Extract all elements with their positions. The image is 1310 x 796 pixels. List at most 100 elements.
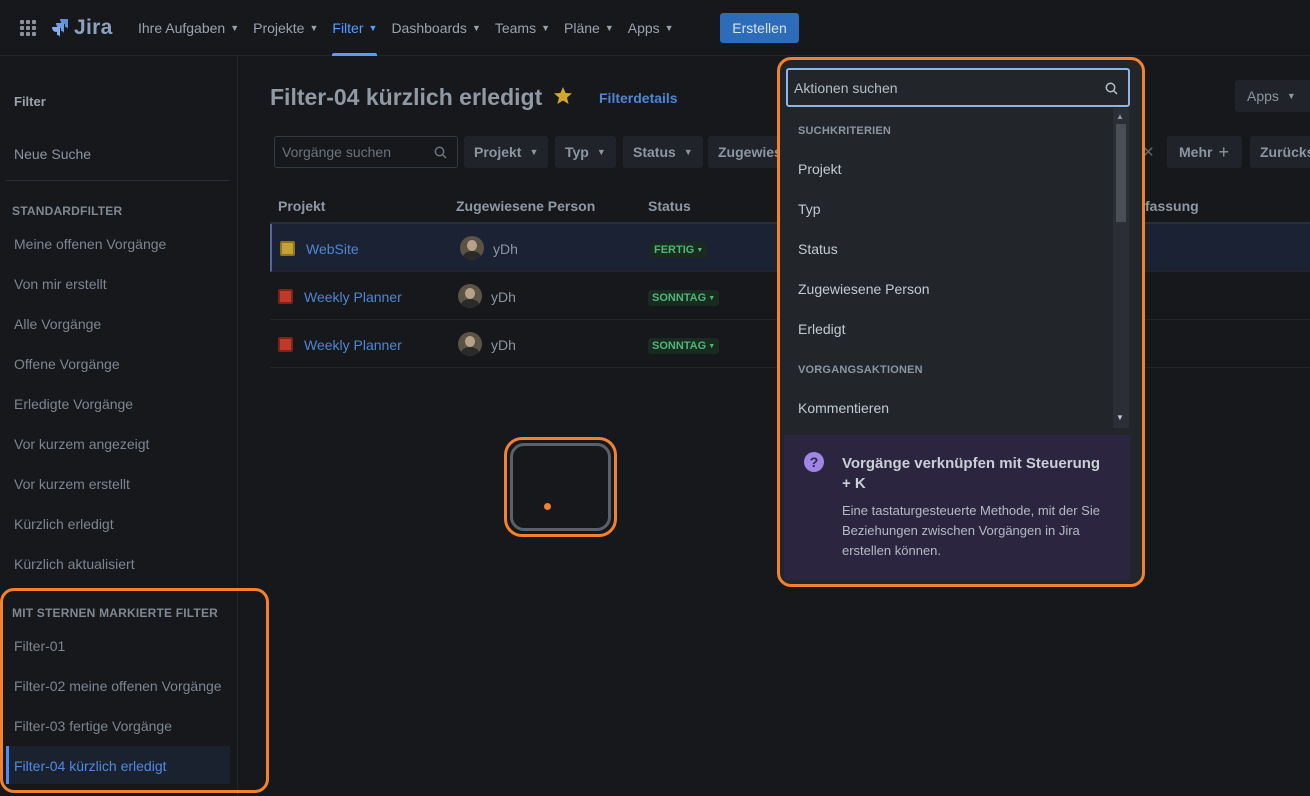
standard-filters-heading: STANDARDFILTER bbox=[12, 204, 123, 218]
menu-item-assignee[interactable]: Zugewiesene Person bbox=[798, 281, 930, 297]
status-badge[interactable]: FERTIG ▼ bbox=[650, 242, 708, 258]
chip-label: Status bbox=[633, 144, 676, 160]
project-link[interactable]: WebSite bbox=[306, 241, 359, 257]
assignee-name: yDh bbox=[491, 337, 516, 353]
starred-filters-highlight bbox=[0, 588, 269, 793]
assignee-name: yDh bbox=[493, 241, 518, 257]
chip-label: Typ bbox=[565, 144, 589, 160]
cursor-dot bbox=[544, 503, 551, 510]
menu-item-status[interactable]: Status bbox=[798, 241, 838, 257]
status-filter-chip[interactable]: Status ▼ bbox=[623, 136, 703, 168]
sidebar-item-my-open-issues[interactable]: Meine offenen Vorgänge bbox=[14, 236, 166, 252]
search-icon bbox=[434, 146, 447, 159]
nav-projects[interactable]: Projekte ▼ bbox=[253, 0, 318, 56]
action-search-placeholder: Aktionen suchen bbox=[794, 79, 898, 96]
nav-label: Ihre Aufgaben bbox=[138, 20, 226, 36]
column-header-status[interactable]: Status bbox=[648, 198, 691, 214]
chevron-down-icon: ▼ bbox=[529, 147, 539, 157]
cursor-highlight-inner bbox=[510, 443, 611, 531]
status-label: FERTIG bbox=[654, 244, 695, 256]
sidebar-item-done-issues[interactable]: Erledigte Vorgänge bbox=[14, 396, 133, 412]
nav-dashboards[interactable]: Dashboards ▼ bbox=[391, 0, 480, 56]
sidebar-item-open-issues[interactable]: Offene Vorgänge bbox=[14, 356, 120, 372]
reset-button[interactable]: Zurücks bbox=[1250, 136, 1310, 168]
panel-scroll-thumb[interactable] bbox=[1116, 124, 1126, 222]
chevron-down-icon: ▼ bbox=[596, 147, 606, 157]
scroll-down-arrow-icon[interactable]: ▼ bbox=[1116, 413, 1124, 422]
nav-plans[interactable]: Pläne ▼ bbox=[564, 0, 614, 56]
nav-label: Filter bbox=[332, 20, 364, 36]
nav-teams[interactable]: Teams ▼ bbox=[495, 0, 550, 56]
sidebar-item-viewed-recently[interactable]: Vor kurzem angezeigt bbox=[14, 436, 149, 452]
reset-label: Zurücks bbox=[1260, 144, 1310, 160]
nav-label: Pläne bbox=[564, 20, 600, 36]
project-link[interactable]: Weekly Planner bbox=[304, 289, 402, 305]
nav-label: Projekte bbox=[253, 20, 305, 36]
chevron-down-icon: ▼ bbox=[471, 23, 481, 33]
menu-item-type[interactable]: Typ bbox=[798, 201, 821, 217]
sidebar-item-reported-by-me[interactable]: Von mir erstellt bbox=[14, 276, 107, 292]
status-label: SONNTAG bbox=[652, 292, 707, 304]
project-avatar-icon bbox=[278, 289, 293, 304]
nav-label: Apps bbox=[627, 20, 660, 36]
create-button[interactable]: Erstellen bbox=[720, 13, 799, 43]
issue-actions-heading: VORGANGSAKTIONEN bbox=[798, 364, 923, 376]
chevron-down-icon: ▼ bbox=[708, 342, 716, 350]
chevron-down-icon: ▼ bbox=[368, 23, 378, 33]
sidebar-title: Filter bbox=[14, 94, 46, 109]
chevron-down-icon: ▼ bbox=[708, 294, 716, 302]
chevron-down-icon: ▼ bbox=[696, 246, 704, 254]
status-badge[interactable]: SONNTAG ▼ bbox=[648, 290, 720, 306]
column-header-summary[interactable]: fassung bbox=[1145, 198, 1199, 214]
star-icon[interactable] bbox=[553, 86, 573, 106]
chevron-down-icon: ▼ bbox=[604, 23, 614, 33]
project-filter-chip[interactable]: Projekt ▼ bbox=[464, 136, 549, 168]
sidebar-item-resolved-recently[interactable]: Kürzlich erledigt bbox=[14, 516, 114, 532]
project-link[interactable]: Weekly Planner bbox=[304, 337, 402, 353]
more-filters-button[interactable]: Mehr + bbox=[1167, 136, 1242, 168]
issue-search-input[interactable]: Vorgänge suchen bbox=[274, 136, 458, 168]
assignee-filter-chip[interactable]: Zugewies bbox=[708, 136, 788, 168]
page-title: Filter-04 kürzlich erledigt bbox=[270, 84, 543, 110]
sidebar-item-updated-recently[interactable]: Kürzlich aktualisiert bbox=[14, 556, 135, 572]
nav-label: Teams bbox=[494, 20, 537, 36]
column-header-project[interactable]: Projekt bbox=[278, 198, 325, 214]
menu-item-project[interactable]: Projekt bbox=[798, 161, 842, 177]
nav-apps[interactable]: Apps ▼ bbox=[628, 0, 674, 56]
scroll-up-arrow-icon[interactable]: ▲ bbox=[1116, 112, 1124, 121]
sidebar-item-created-recently[interactable]: Vor kurzem erstellt bbox=[14, 476, 130, 492]
apps-button[interactable]: Apps ▼ bbox=[1235, 80, 1310, 112]
status-label: SONNTAG bbox=[652, 340, 707, 352]
nav-your-work[interactable]: Ihre Aufgaben ▼ bbox=[138, 0, 239, 56]
chevron-down-icon: ▼ bbox=[541, 23, 551, 33]
avatar bbox=[458, 332, 482, 356]
cursor-highlight bbox=[504, 437, 617, 537]
menu-item-resolved[interactable]: Erledigt bbox=[798, 321, 845, 337]
jira-wordmark: Jira bbox=[74, 16, 113, 39]
avatar bbox=[460, 236, 484, 260]
nav-label: Dashboards bbox=[391, 20, 467, 36]
app-switcher-icon[interactable] bbox=[20, 20, 36, 36]
status-badge[interactable]: SONNTAG ▼ bbox=[648, 338, 720, 354]
new-search-link[interactable]: Neue Suche bbox=[14, 146, 91, 162]
chevron-down-icon: ▼ bbox=[309, 23, 319, 33]
sidebar-item-all-issues[interactable]: Alle Vorgänge bbox=[14, 316, 101, 332]
plus-icon: + bbox=[1218, 141, 1229, 162]
column-header-assignee[interactable]: Zugewiesene Person bbox=[456, 198, 595, 214]
jira-logo[interactable]: Jira bbox=[50, 16, 113, 40]
main-menu: Ihre Aufgaben ▼ Projekte ▼ Filter ▼ Dashboa… bbox=[138, 0, 688, 56]
type-filter-chip[interactable]: Typ ▼ bbox=[555, 136, 616, 168]
top-navigation: Jira Ihre Aufgaben ▼ Projekte ▼ Filter ▼ Da… bbox=[0, 0, 1310, 56]
search-placeholder: Vorgänge suchen bbox=[282, 144, 391, 160]
nav-filters[interactable]: Filter ▼ bbox=[332, 0, 378, 56]
avatar bbox=[458, 284, 482, 308]
chip-label: Projekt bbox=[474, 144, 522, 160]
filter-details-link[interactable]: Filterdetails bbox=[599, 90, 678, 106]
chevron-down-icon: ▼ bbox=[1286, 91, 1296, 101]
apps-label: Apps bbox=[1247, 88, 1279, 104]
menu-item-comment[interactable]: Kommentieren bbox=[798, 400, 889, 416]
action-search-input[interactable]: Aktionen suchen bbox=[786, 68, 1130, 107]
question-icon: ? bbox=[804, 452, 824, 472]
chevron-down-icon: ▼ bbox=[664, 23, 674, 33]
tip-body: Eine tastaturgesteuerte Methode, mit der… bbox=[842, 503, 1100, 558]
